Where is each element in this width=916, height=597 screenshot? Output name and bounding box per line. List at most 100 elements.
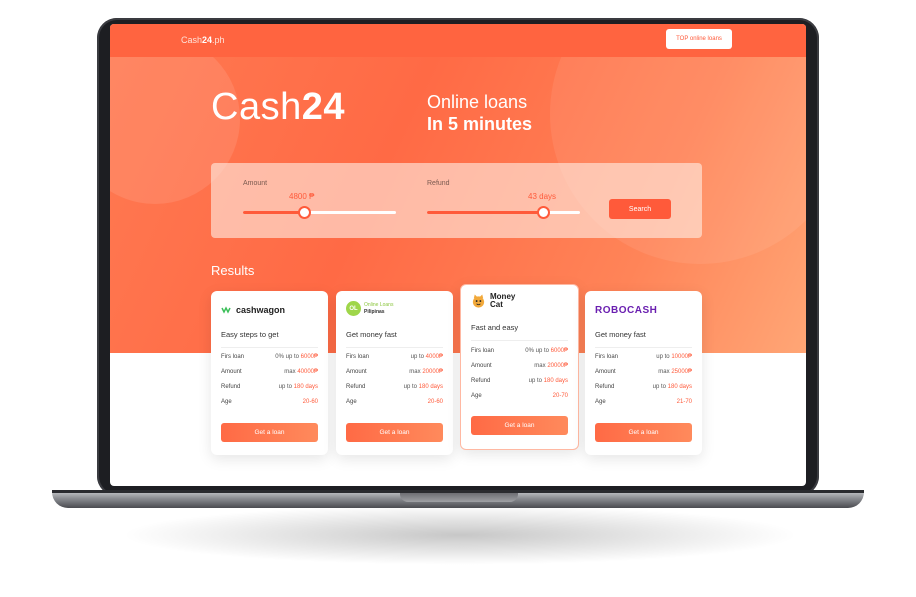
row-value: up to 10000₱ bbox=[656, 354, 692, 360]
get-loan-button[interactable]: Get a loan bbox=[595, 423, 692, 442]
row-value: 20-60 bbox=[303, 399, 318, 405]
card-tagline: Easy steps to get bbox=[221, 330, 279, 339]
row-value-highlight: 40000₱ bbox=[297, 369, 318, 375]
amount-label: Amount bbox=[243, 180, 268, 187]
row-label: Refund bbox=[346, 384, 366, 390]
row-value: 20-60 bbox=[428, 399, 443, 405]
amount-slider-handle[interactable] bbox=[298, 206, 311, 219]
get-loan-button[interactable]: Get a loan bbox=[346, 423, 443, 442]
row-label: Refund bbox=[595, 384, 615, 390]
row-value-highlight: 180 days bbox=[543, 378, 568, 384]
card-row-refund: Refund up to 180 days bbox=[471, 378, 568, 388]
amount-slider-fill bbox=[243, 211, 304, 214]
row-label: Refund bbox=[221, 384, 241, 390]
row-value: 20-70 bbox=[553, 393, 568, 399]
online-loans-logo-line2: Pilipinas bbox=[364, 308, 385, 315]
refund-label: Refund bbox=[427, 180, 450, 187]
row-value-highlight: 21-70 bbox=[676, 399, 692, 405]
amount-value: 4800 ₱ bbox=[289, 192, 315, 201]
card-divider bbox=[595, 347, 692, 348]
card-tagline: Get money fast bbox=[595, 330, 646, 339]
get-loan-button[interactable]: Get a loan bbox=[221, 423, 318, 442]
row-value-highlight: 20-70 bbox=[552, 393, 568, 399]
row-value-prefix: 0% up to bbox=[525, 348, 551, 354]
row-value-prefix: up to bbox=[528, 378, 544, 384]
card-tagline: Fast and easy bbox=[471, 323, 519, 332]
row-value-highlight: 20000₱ bbox=[422, 369, 443, 375]
cashwagon-logo: cashwagon bbox=[221, 305, 285, 315]
row-label: Age bbox=[221, 399, 232, 405]
get-loan-button[interactable]: Get a loan bbox=[471, 416, 568, 435]
online-loans-logo-icon: OL bbox=[346, 301, 361, 316]
row-label: Age bbox=[471, 393, 482, 399]
card-divider bbox=[221, 347, 318, 348]
row-value: up to 180 days bbox=[529, 378, 568, 384]
row-value-prefix: up to bbox=[403, 384, 419, 390]
row-value: up to 180 days bbox=[279, 384, 318, 390]
hero-tagline: Online loans bbox=[427, 92, 528, 112]
brand-text: Cash bbox=[181, 35, 203, 45]
amount-slider[interactable] bbox=[243, 206, 396, 219]
row-label: Refund bbox=[471, 378, 491, 384]
money-cat-logo-line2: Cat bbox=[490, 300, 503, 309]
row-value: max 20000₱ bbox=[534, 363, 568, 369]
robocash-logo: ROBOCASH bbox=[595, 305, 658, 316]
top-online-loans-button[interactable]: TOP online loans bbox=[666, 29, 732, 49]
row-value-highlight: 180 days bbox=[667, 384, 692, 390]
loan-card-cashwagon: cashwagon Easy steps to get Firs loan 0% … bbox=[211, 291, 328, 455]
cashwagon-logo-text: cashwagon bbox=[236, 305, 286, 315]
laptop-shadow bbox=[120, 505, 800, 565]
card-row-age: Age 20-70 bbox=[471, 393, 568, 403]
site-brand[interactable]: Cash24.ph bbox=[181, 35, 225, 45]
row-value-prefix: max bbox=[658, 369, 672, 375]
card-tagline: Get money fast bbox=[346, 330, 397, 339]
loan-filter-panel: Amount 4800 ₱ Refund 43 days Search bbox=[211, 163, 702, 238]
row-value-prefix: max bbox=[284, 369, 298, 375]
row-value: 21-70 bbox=[677, 399, 692, 405]
row-value-prefix: 0% up to bbox=[275, 354, 301, 360]
top-nav-bar: Cash24.ph TOP online loans bbox=[110, 24, 806, 57]
row-label: Amount bbox=[471, 363, 492, 369]
row-value: 0% up to 6000₱ bbox=[525, 348, 568, 354]
row-value: 0% up to 6000₱ bbox=[275, 354, 318, 360]
row-label: Firs loan bbox=[221, 354, 245, 360]
refund-slider-fill bbox=[427, 211, 543, 214]
card-row-age: Age 21-70 bbox=[595, 399, 692, 409]
row-label: Firs loan bbox=[595, 354, 619, 360]
money-cat-logo-icon bbox=[472, 294, 485, 308]
row-value: max 40000₱ bbox=[284, 369, 318, 375]
search-button[interactable]: Search bbox=[609, 199, 671, 219]
laptop-notch bbox=[400, 493, 518, 502]
card-row-age: Age 20-60 bbox=[346, 399, 443, 409]
row-value-prefix: up to bbox=[278, 384, 294, 390]
row-value: up to 180 days bbox=[404, 384, 443, 390]
card-row-first-loan: Firs loan 0% up to 6000₱ bbox=[471, 348, 568, 358]
loan-card-online-loans: OL Online Loans Pilipinas Get money fast … bbox=[336, 291, 453, 455]
loan-card-robocash: ROBOCASH Get money fast Firs loan up to 1… bbox=[585, 291, 702, 455]
brand-number: 24 bbox=[202, 35, 213, 45]
row-label: Amount bbox=[221, 369, 242, 375]
row-value: up to 180 days bbox=[653, 384, 692, 390]
card-divider bbox=[471, 340, 568, 341]
row-value-prefix: max bbox=[409, 369, 423, 375]
row-value-prefix: up to bbox=[652, 384, 668, 390]
cashwagon-logo-icon bbox=[221, 306, 231, 314]
row-value-highlight: 10000₱ bbox=[671, 354, 692, 360]
online-loans-logo-line1: Online Loans bbox=[364, 301, 394, 308]
refund-value: 43 days bbox=[528, 192, 557, 201]
card-row-first-loan: Firs loan up to 4000₱ bbox=[346, 354, 443, 364]
row-value: up to 4000₱ bbox=[411, 354, 443, 360]
hero-logo-text: Cash bbox=[211, 86, 302, 128]
card-row-amount: Amount max 20000₱ bbox=[346, 369, 443, 379]
card-row-age: Age 20-60 bbox=[221, 399, 318, 409]
card-row-refund: Refund up to 180 days bbox=[595, 384, 692, 394]
row-value-highlight: 4000₱ bbox=[425, 354, 443, 360]
refund-slider-handle[interactable] bbox=[537, 206, 550, 219]
row-value-highlight: 6000₱ bbox=[550, 348, 568, 354]
row-value-highlight: 6000₱ bbox=[300, 354, 318, 360]
row-value-highlight: 20-60 bbox=[427, 399, 443, 405]
laptop-screen: Cash24.ph TOP online loans Cash24 Online… bbox=[110, 24, 806, 486]
hero-logo-number: 24 bbox=[301, 86, 345, 128]
refund-slider[interactable] bbox=[427, 206, 580, 219]
row-label: Amount bbox=[595, 369, 616, 375]
